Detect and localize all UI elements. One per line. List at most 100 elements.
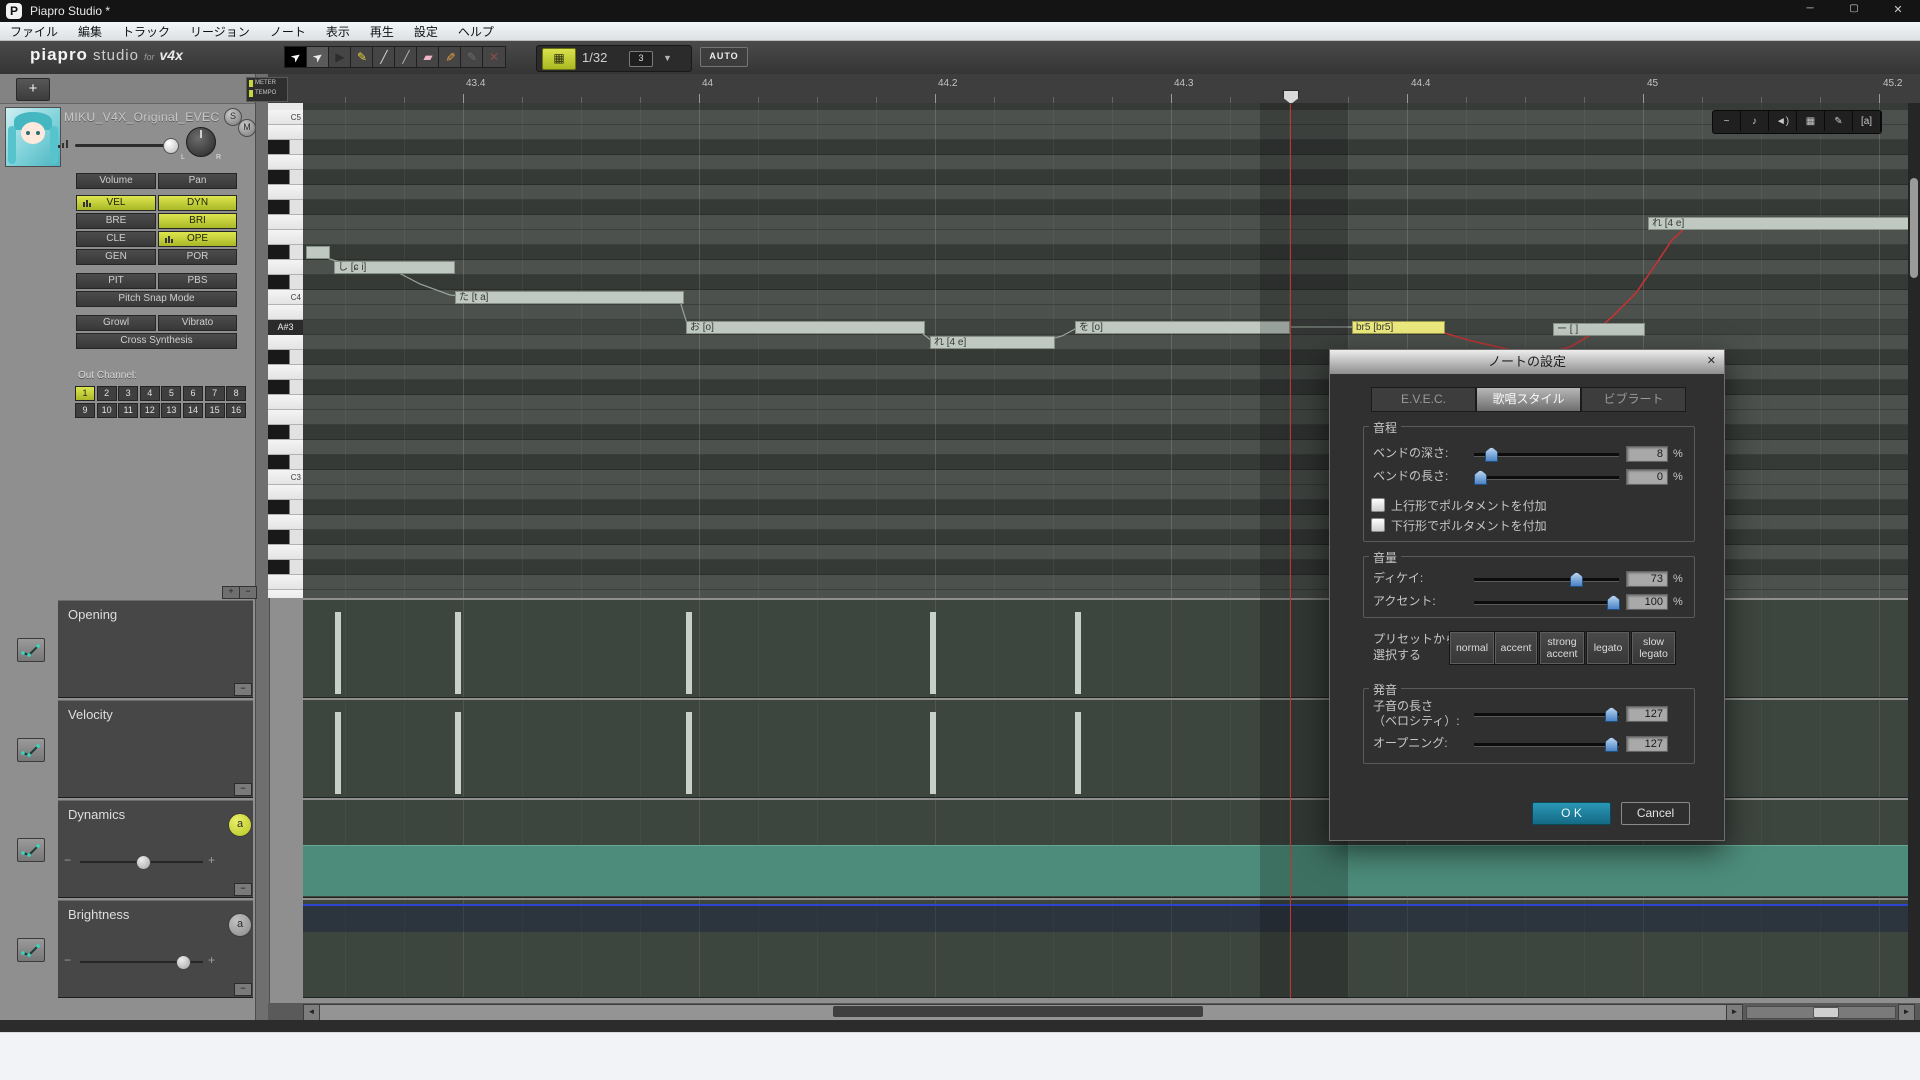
dialog-tab-1[interactable]: 歌唱スタイル xyxy=(1476,387,1581,412)
draw-tool-disabled[interactable]: ✎ xyxy=(460,46,484,68)
piano-key-C4[interactable]: C4 xyxy=(268,290,303,305)
menu-item-2[interactable]: トラック xyxy=(112,23,180,40)
lane-collapse-button[interactable]: − xyxy=(234,883,252,896)
piano-key-F4[interactable] xyxy=(268,215,303,230)
piano-key-G3[interactable] xyxy=(268,365,303,380)
menu-item-0[interactable]: ファイル xyxy=(0,23,68,40)
out-channel-16[interactable]: 16 xyxy=(226,403,246,418)
piano-key-E3[interactable] xyxy=(268,410,303,425)
out-channel-2[interactable]: 2 xyxy=(97,386,117,401)
lane-slider-plus[interactable]: + xyxy=(208,853,215,867)
line-tool[interactable]: ╱ xyxy=(372,46,396,68)
piano-key-G#3[interactable] xyxy=(268,350,303,365)
piano-key-B4[interactable] xyxy=(268,125,303,140)
param-button-bri[interactable]: BRI xyxy=(158,213,237,229)
out-channel-12[interactable]: 12 xyxy=(140,403,160,418)
hzoom-right-arrow[interactable]: ► xyxy=(1898,1004,1915,1021)
piano-key-D#3[interactable] xyxy=(268,425,303,440)
out-channel-11[interactable]: 11 xyxy=(118,403,138,418)
note-selected[interactable]: br5 [br5] xyxy=(1352,321,1445,334)
auto-button[interactable]: AUTO xyxy=(700,47,748,67)
pen-icon[interactable]: ✎ xyxy=(1825,111,1853,131)
lane-auto-button[interactable]: a xyxy=(228,913,252,937)
param-button-dyn[interactable]: DYN xyxy=(158,195,237,211)
piano-key-C5[interactable]: C5 xyxy=(268,110,303,125)
close-button[interactable]: ✕ xyxy=(1878,3,1918,16)
dialog-title-bar[interactable]: ノートの設定 xyxy=(1330,350,1724,374)
note[interactable]: を [o] xyxy=(1075,321,1290,334)
param-button-bre[interactable]: BRE xyxy=(76,213,156,229)
vertical-scrollbar[interactable] xyxy=(1908,103,1920,998)
lane-bar[interactable] xyxy=(455,712,461,794)
lane-curve-button-dynamics[interactable] xyxy=(17,838,45,862)
lane-bar[interactable] xyxy=(686,612,692,694)
preset-button-1[interactable]: accent xyxy=(1494,631,1538,665)
piano-key-G#4[interactable] xyxy=(268,170,303,185)
dialog-tab-0[interactable]: E.V.E.C. xyxy=(1371,387,1476,412)
piano-key-D4[interactable] xyxy=(268,260,303,275)
consonant-length-value[interactable]: 127 xyxy=(1626,706,1668,722)
bend-length-slider-track[interactable] xyxy=(1474,476,1619,480)
piano-key-F3[interactable] xyxy=(268,395,303,410)
bend-depth-value[interactable]: 8 xyxy=(1626,446,1668,462)
menu-item-5[interactable]: 表示 xyxy=(316,23,360,40)
lane-slider-plus[interactable]: + xyxy=(208,953,215,967)
out-channel-4[interactable]: 4 xyxy=(140,386,160,401)
growl-button[interactable]: Growl xyxy=(76,315,156,331)
phoneme-icon[interactable]: [a] xyxy=(1853,111,1881,131)
piano-key-F#3[interactable] xyxy=(268,380,303,395)
preset-button-0[interactable]: normal xyxy=(1449,631,1495,665)
accent-slider-track[interactable] xyxy=(1474,601,1619,605)
param-button-gen[interactable]: GEN xyxy=(76,249,156,265)
param-button-ope[interactable]: OPE xyxy=(158,231,237,247)
menu-item-3[interactable]: リージョン xyxy=(180,23,260,40)
piano-key-F#4[interactable] xyxy=(268,200,303,215)
lane-curve-button-opening[interactable] xyxy=(17,638,45,662)
piano-key-E2[interactable] xyxy=(268,590,303,598)
param-button-pit[interactable]: PIT xyxy=(76,273,156,289)
hscroll-right-arrow[interactable]: ► xyxy=(1726,1004,1743,1021)
preset-button-3[interactable]: legato xyxy=(1586,631,1630,665)
out-channel-9[interactable]: 9 xyxy=(75,403,95,418)
preset-button-4[interactable]: slow legato xyxy=(1631,631,1676,665)
piano-key-F#2[interactable] xyxy=(268,560,303,575)
out-channel-8[interactable]: 8 xyxy=(226,386,246,401)
lane-remove-button[interactable]: − xyxy=(239,586,257,599)
maximize-button[interactable]: ▢ xyxy=(1834,3,1874,14)
piano-key-A2[interactable] xyxy=(268,515,303,530)
add-track-button[interactable]: + xyxy=(16,78,50,101)
minimize-button[interactable]: ─ xyxy=(1790,3,1830,14)
play-cursor-tool[interactable]: ▶ xyxy=(328,46,352,68)
out-channel-7[interactable]: 7 xyxy=(205,386,225,401)
pitch-curve-icon[interactable]: ~ xyxy=(1713,111,1741,131)
menu-item-7[interactable]: 設定 xyxy=(404,23,448,40)
curve-line-tool[interactable]: ╱ xyxy=(394,46,418,68)
out-channel-15[interactable]: 15 xyxy=(205,403,225,418)
opening-value[interactable]: 127 xyxy=(1626,736,1668,752)
grid-snap-button[interactable]: ▦ xyxy=(542,48,576,70)
multi-select-tool[interactable]: ➤ xyxy=(306,46,330,68)
out-channel-6[interactable]: 6 xyxy=(183,386,203,401)
matrix-icon[interactable]: ▦ xyxy=(1797,111,1825,131)
piano-key-D3[interactable] xyxy=(268,440,303,455)
dialog-close-icon[interactable]: ✕ xyxy=(1707,354,1716,367)
param-button-por[interactable]: POR xyxy=(158,249,237,265)
piano-key-F2[interactable] xyxy=(268,575,303,590)
hscroll-thumb[interactable] xyxy=(833,1006,1203,1017)
piano-key-G4[interactable] xyxy=(268,185,303,200)
note[interactable]: お [o] xyxy=(686,321,925,334)
note[interactable]: ー [ ] xyxy=(1553,323,1645,336)
menu-item-1[interactable]: 編集 xyxy=(68,23,112,40)
ok-button[interactable]: O K xyxy=(1532,802,1611,825)
piano-key-G2[interactable] xyxy=(268,545,303,560)
bend-length-value[interactable]: 0 xyxy=(1626,469,1668,485)
snap-dropdown-icon[interactable]: ▼ xyxy=(663,53,672,63)
lane-bar[interactable] xyxy=(930,612,936,694)
vertical-scrollbar-thumb[interactable] xyxy=(1910,178,1918,278)
piano-key-C#3[interactable] xyxy=(268,455,303,470)
piano-key-B2[interactable] xyxy=(268,485,303,500)
lane-bar[interactable] xyxy=(455,612,461,694)
speaker-icon[interactable]: ◄) xyxy=(1769,111,1797,131)
out-channel-14[interactable]: 14 xyxy=(183,403,203,418)
lane-slider-minus[interactable]: − xyxy=(64,853,71,867)
